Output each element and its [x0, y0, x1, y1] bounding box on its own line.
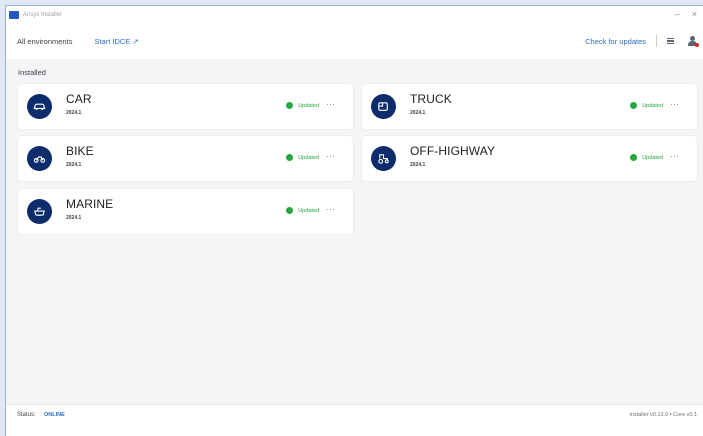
close-button[interactable]: ×: [692, 8, 697, 20]
more-options-button[interactable]: ···: [326, 99, 335, 109]
check-icon: [286, 102, 294, 109]
product-name: OFF-HIGHWAY: [410, 144, 496, 158]
status-text: Updated: [298, 207, 319, 214]
check-for-updates-button[interactable]: Check for updates: [585, 37, 646, 46]
status-bar: Status: ONLINE Installer v0.13.0 • Core …: [6, 404, 703, 436]
minimize-button[interactable]: –: [675, 8, 680, 20]
more-options-button[interactable]: ···: [670, 99, 679, 109]
status-text: Updated: [642, 102, 663, 109]
product-version: 2024.1: [66, 215, 82, 221]
product-name: BIKE: [66, 144, 94, 158]
user-icon[interactable]: [688, 36, 699, 47]
product-version: 2024.1: [66, 162, 82, 168]
product-version: 2024.1: [410, 162, 426, 168]
status-badge: Updated: [286, 154, 319, 161]
off-highway-icon: [371, 146, 396, 171]
car-icon: [27, 94, 52, 119]
divider: [656, 35, 657, 47]
truck-icon: [371, 94, 396, 119]
status-badge: Updated: [286, 102, 319, 109]
product-version: 2024.1: [410, 110, 426, 116]
status-badge: Updated: [630, 154, 663, 161]
product-card-marine[interactable]: MARINE 2024.1 Updated ···: [18, 189, 353, 234]
topbar-actions: Check for updates: [585, 23, 699, 59]
check-icon: [286, 154, 294, 161]
product-card-bike[interactable]: BIKE 2024.1 Updated ···: [18, 136, 353, 181]
start-idce-link[interactable]: Start IDCE ↗: [94, 37, 138, 46]
all-environments-link[interactable]: All environments: [17, 37, 72, 46]
product-card-off-highway[interactable]: OFF-HIGHWAY 2024.1 Updated ···: [362, 136, 697, 181]
status-text: Updated: [298, 102, 319, 109]
product-name: TRUCK: [410, 92, 452, 106]
product-version: 2024.1: [66, 110, 82, 116]
status-badge: Updated: [630, 102, 663, 109]
title-bar: Ansys Installer – ×: [6, 6, 703, 23]
product-name: CAR: [66, 92, 92, 106]
more-options-button[interactable]: ···: [326, 151, 335, 161]
status-text: Updated: [642, 154, 663, 161]
status-badge: Updated: [286, 207, 319, 214]
product-card-truck[interactable]: TRUCK 2024.1 Updated ···: [362, 84, 697, 129]
more-options-button[interactable]: ···: [670, 151, 679, 161]
check-icon: [286, 207, 294, 214]
marine-icon: [27, 199, 52, 224]
status-label: Status:: [17, 412, 36, 418]
product-card-car[interactable]: CAR 2024.1 Updated ···: [18, 84, 353, 129]
window-title: Ansys Installer: [23, 11, 63, 18]
version-info: Installer v0.13.0 • Core v0.1: [629, 412, 697, 418]
connection-status: ONLINE: [44, 412, 65, 418]
app-window: Ansys Installer – × All environments Sta…: [5, 5, 703, 436]
window-controls: – ×: [675, 8, 697, 20]
check-icon: [630, 102, 638, 109]
check-icon: [630, 154, 638, 161]
top-navigation: All environments Start IDCE ↗ Check for …: [6, 23, 703, 59]
more-options-button[interactable]: ···: [326, 204, 335, 214]
menu-icon[interactable]: [667, 37, 674, 45]
status-text: Updated: [298, 154, 319, 161]
app-logo-icon: [9, 10, 19, 19]
notification-dot: [695, 43, 699, 47]
section-title: Installed: [18, 68, 46, 77]
bike-icon: [27, 146, 52, 171]
product-name: MARINE: [66, 197, 114, 211]
